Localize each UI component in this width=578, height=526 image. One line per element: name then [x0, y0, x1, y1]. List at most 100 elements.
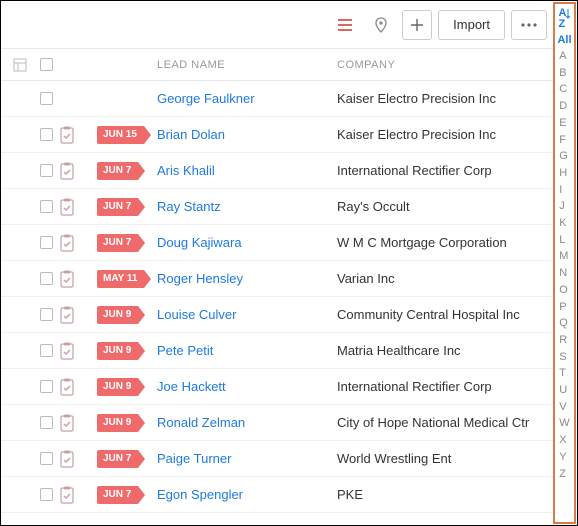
alpha-letter[interactable]: A — [559, 48, 569, 65]
alpha-letter[interactable]: S — [559, 349, 569, 366]
row-checkbox[interactable] — [33, 128, 59, 141]
alpha-letter[interactable]: D — [559, 98, 569, 115]
lead-name-link[interactable]: Roger Hensley — [157, 271, 243, 286]
alpha-letter[interactable]: R — [559, 332, 569, 349]
table-row: MAY 11 Roger Hensley Varian Inc — [1, 261, 577, 297]
task-icon[interactable] — [59, 341, 97, 361]
row-checkbox[interactable] — [33, 416, 59, 429]
table-header: LEAD NAME COMPANY — [1, 49, 577, 81]
table-row: JUN 7Egon SpenglerPKE — [1, 477, 577, 513]
sort-az-button[interactable]: AZ — [559, 8, 571, 30]
task-icon[interactable] — [59, 125, 97, 145]
row-checkbox[interactable] — [33, 164, 59, 177]
lead-name-link[interactable]: Brian Dolan — [157, 127, 225, 142]
lead-name-link[interactable]: Pete Petit — [157, 343, 213, 358]
alpha-letter[interactable]: I — [559, 182, 569, 199]
task-icon[interactable] — [59, 233, 97, 253]
due-date-badge: JUN 9 — [97, 413, 153, 432]
due-date-badge: MAY 11 — [97, 269, 153, 288]
company-name: Community Central Hospital Inc — [337, 307, 520, 322]
header-lead-name[interactable]: LEAD NAME — [153, 59, 333, 71]
company-name: Matria Healthcare Inc — [337, 343, 461, 358]
due-date-badge: JUN 7 — [97, 233, 153, 252]
import-button[interactable]: Import — [438, 10, 505, 40]
alpha-letter[interactable]: Y — [559, 449, 569, 466]
due-date-badge: JUN 7 — [97, 485, 153, 504]
task-icon[interactable] — [59, 485, 97, 505]
due-date-badge: JUN 15 — [97, 125, 153, 144]
alpha-letter[interactable]: U — [559, 382, 569, 399]
lead-name-link[interactable]: Louise Culver — [157, 307, 237, 322]
lead-name-link[interactable]: Aris Khalil — [157, 163, 215, 178]
alpha-letter[interactable]: V — [559, 399, 569, 416]
table-row: JUN 7Doug KajiwaraW M C Mortgage Corpora… — [1, 225, 577, 261]
alpha-letter[interactable]: F — [559, 132, 569, 149]
lead-name-link[interactable]: Joe Hackett — [157, 379, 226, 394]
task-icon[interactable] — [59, 161, 97, 181]
table-row: JUN 9 Pete Petit Matria Healthcare Inc — [1, 333, 577, 369]
alpha-all[interactable]: All — [557, 34, 571, 46]
header-company[interactable]: COMPANY — [333, 59, 577, 71]
alpha-letter[interactable]: M — [559, 248, 569, 265]
lead-name-link[interactable]: Doug Kajiwara — [157, 235, 242, 250]
more-actions-button[interactable] — [511, 10, 547, 40]
alpha-letter[interactable]: J — [559, 198, 569, 215]
lead-name-link[interactable]: Egon Spengler — [157, 487, 243, 502]
add-button[interactable] — [402, 10, 432, 40]
alpha-letter[interactable]: X — [559, 432, 569, 449]
lead-name-link[interactable]: Ronald Zelman — [157, 415, 245, 430]
table-row: JUN 7Aris KhalilInternational Rectifier … — [1, 153, 577, 189]
table-row: JUN 9Joe HackettInternational Rectifier … — [1, 369, 577, 405]
task-icon[interactable] — [59, 377, 97, 397]
row-checkbox[interactable] — [33, 344, 59, 357]
task-icon[interactable] — [59, 449, 97, 469]
alpha-letter[interactable]: P — [559, 299, 569, 316]
row-checkbox[interactable] — [33, 380, 59, 393]
task-icon[interactable] — [59, 413, 97, 433]
table-row: JUN 15 Brian Dolan Kaiser Electro Precisio… — [1, 117, 577, 153]
due-date-badge: JUN 9 — [97, 341, 153, 360]
alpha-letter[interactable]: Q — [559, 315, 569, 332]
company-name: Varian Inc — [337, 271, 395, 286]
alpha-letter[interactable]: Z — [559, 466, 569, 483]
alpha-letter[interactable]: O — [559, 282, 569, 299]
company-name: World Wrestling Ent — [337, 451, 451, 466]
row-checkbox[interactable] — [33, 308, 59, 321]
company-name: Kaiser Electro Precision Inc — [337, 127, 496, 142]
select-all-checkbox[interactable] — [33, 58, 59, 71]
alpha-letter[interactable]: N — [559, 265, 569, 282]
alpha-letter[interactable]: H — [559, 165, 569, 182]
company-name: Kaiser Electro Precision Inc — [337, 91, 496, 106]
table-row: JUN 9 Louise Culver Community Central Hosp… — [1, 297, 577, 333]
task-icon[interactable] — [59, 269, 97, 289]
table-row: JUN 9 Ronald Zelman City of Hope National … — [1, 405, 577, 441]
map-pin-icon[interactable] — [366, 10, 396, 40]
lead-name-link[interactable]: Paige Turner — [157, 451, 231, 466]
alpha-letter[interactable]: T — [559, 365, 569, 382]
list-view-icon[interactable] — [330, 10, 360, 40]
row-checkbox[interactable] — [33, 200, 59, 213]
task-icon[interactable] — [59, 305, 97, 325]
row-checkbox[interactable] — [33, 236, 59, 249]
alpha-letter[interactable]: C — [559, 81, 569, 98]
due-date-badge: JUN 9 — [97, 305, 153, 324]
table-body: George Faulkner Kaiser Electro Precision … — [1, 81, 577, 525]
company-name: City of Hope National Medical Ctr — [337, 415, 529, 430]
lead-name-link[interactable]: Ray Stantz — [157, 199, 221, 214]
row-checkbox[interactable] — [33, 452, 59, 465]
row-checkbox[interactable] — [33, 92, 59, 105]
toolbar: Import — [1, 1, 577, 49]
table-row: JUN 7Ray StantzRay's Occult — [1, 189, 577, 225]
alpha-letter[interactable]: W — [559, 415, 569, 432]
alpha-letter[interactable]: E — [559, 115, 569, 132]
lead-name-link[interactable]: George Faulkner — [157, 91, 255, 106]
alpha-letter[interactable]: L — [559, 232, 569, 249]
task-icon[interactable] — [59, 197, 97, 217]
alpha-letter[interactable]: G — [559, 148, 569, 165]
alpha-letter[interactable]: K — [559, 215, 569, 232]
row-checkbox[interactable] — [33, 272, 59, 285]
alpha-letter[interactable]: B — [559, 65, 569, 82]
row-checkbox[interactable] — [33, 488, 59, 501]
table-row: George Faulkner Kaiser Electro Precision … — [1, 81, 577, 117]
column-config-icon[interactable] — [7, 58, 33, 72]
